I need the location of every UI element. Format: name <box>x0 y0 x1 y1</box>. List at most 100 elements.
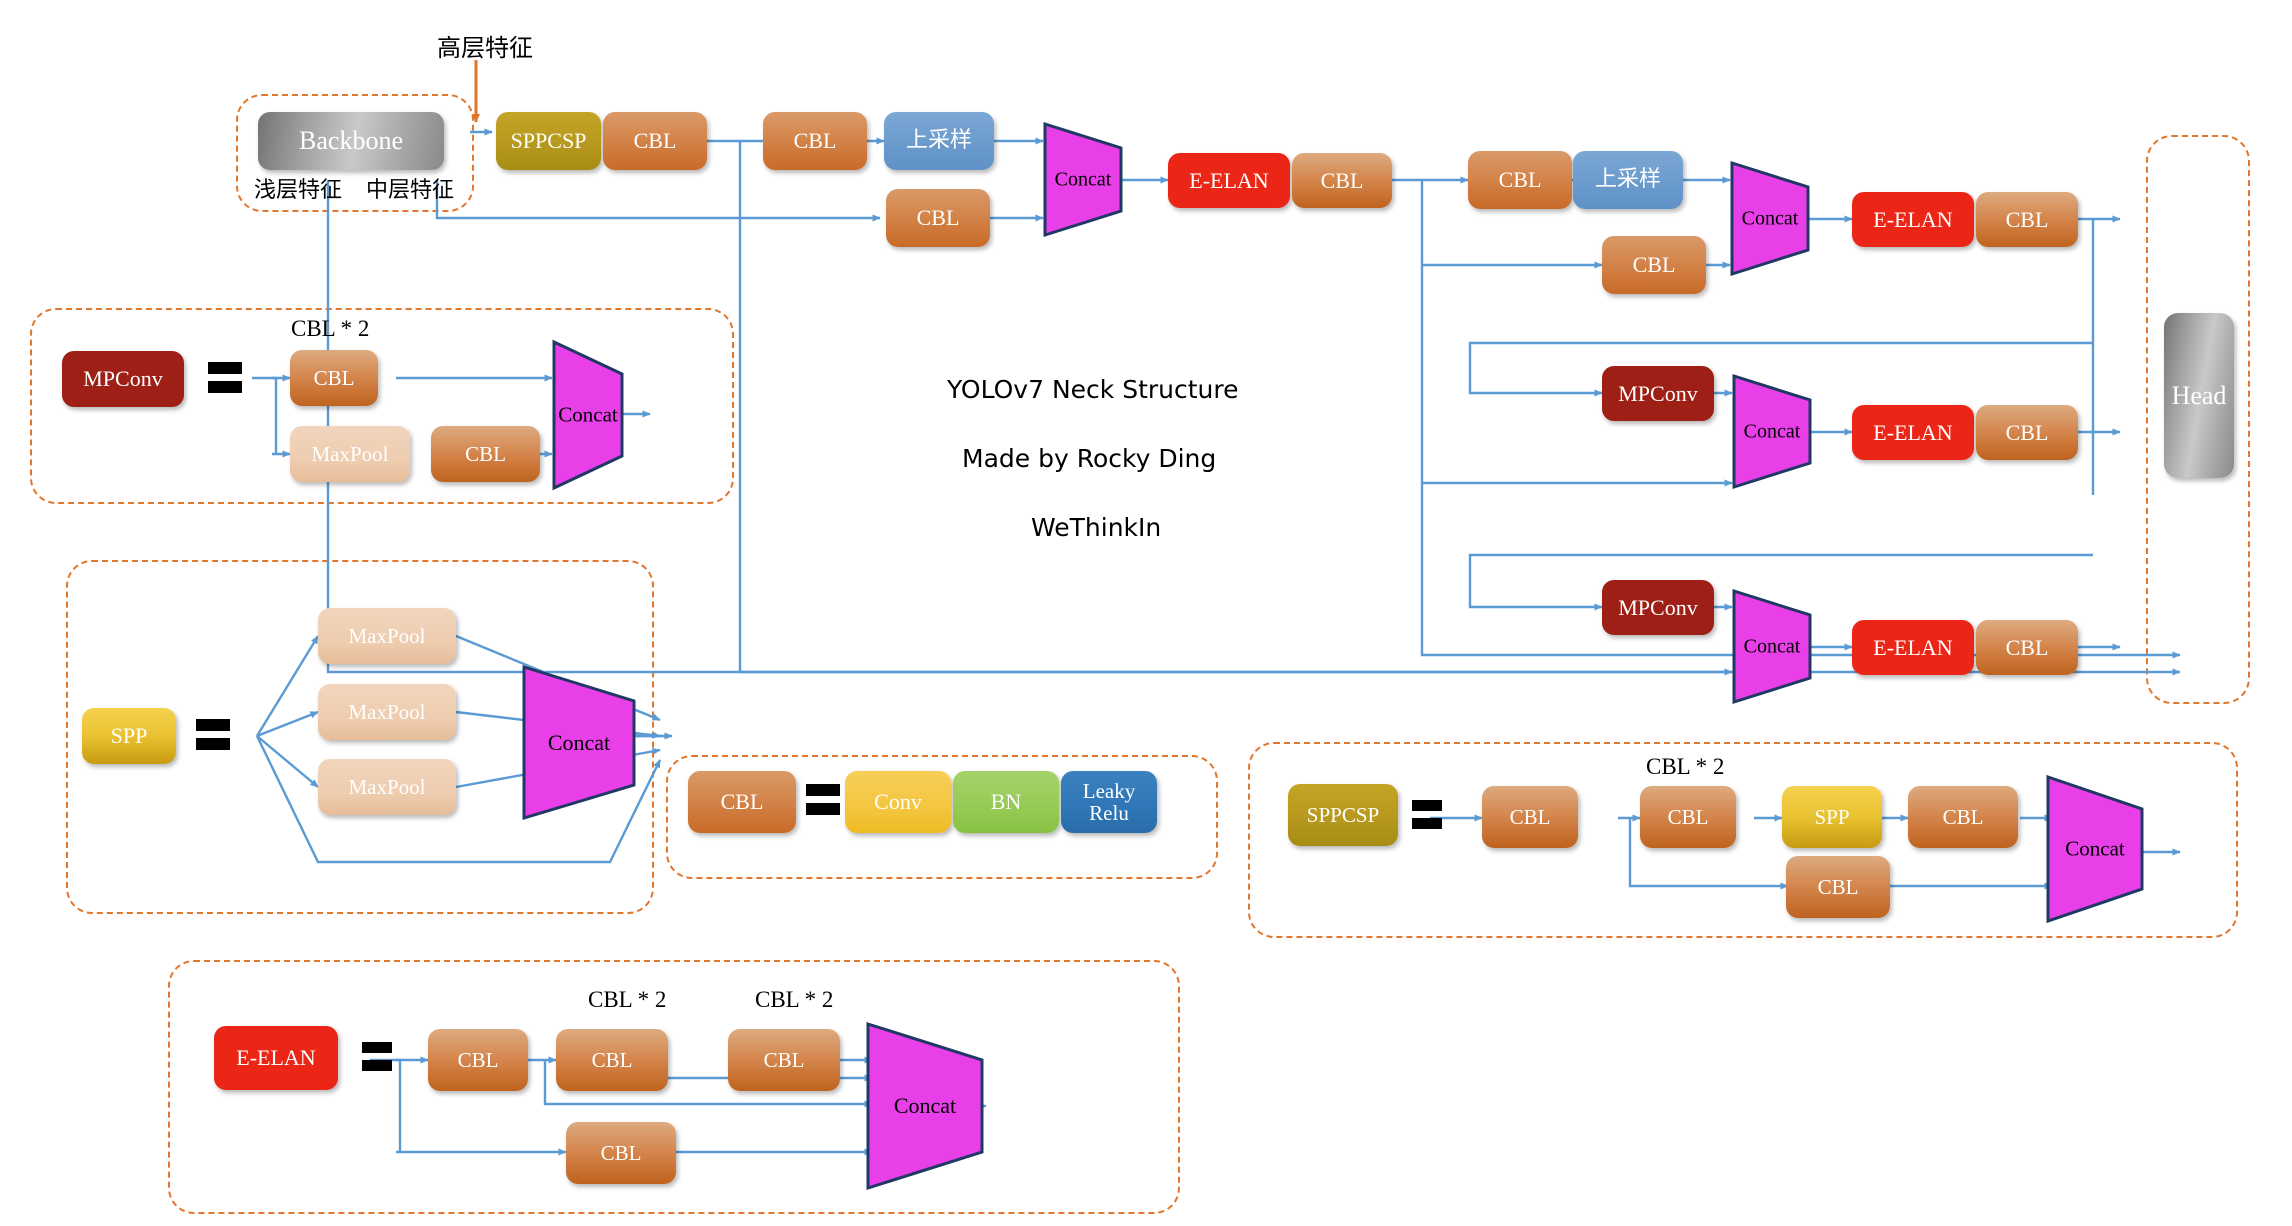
legend-mpconv-cbl-top[interactable]: CBL <box>290 350 378 406</box>
neck-row2-eelan[interactable]: E-ELAN <box>1852 192 1974 247</box>
legend-sppcsp-cbl-skip[interactable]: CBL <box>1786 856 1890 918</box>
legend-sppcsp-cbl-2-label: CBL <box>1667 804 1709 829</box>
legend-spp-maxpool-3[interactable]: MaxPool <box>318 759 456 815</box>
neck-row4-mpconv-label: MPConv <box>1618 594 1698 620</box>
neck-row4-cbl-out[interactable]: CBL <box>1976 620 2078 675</box>
neck-row4-mpconv[interactable]: MPConv <box>1602 580 1714 635</box>
neck-row2-upsample[interactable]: 上采样 <box>1573 151 1683 209</box>
legend-spp-concat-label: Concat <box>547 729 611 755</box>
title-line-3: WeThinkIn <box>1031 513 1162 542</box>
neck-row2-concat-label: Concat <box>1741 207 1799 229</box>
legend-spp-lhs[interactable]: SPP <box>82 708 176 764</box>
neck-row3-cbl-out[interactable]: CBL <box>1976 405 2078 460</box>
legend-sppcsp-spp-label: SPP <box>1814 804 1850 829</box>
neck-row4-cbl-out-label: CBL <box>2005 634 2049 660</box>
legend-spp-maxpool-2-label: MaxPool <box>348 699 426 724</box>
neck-row2-cbl-skip-label: CBL <box>1632 252 1676 278</box>
legend-eelan-cbl-1[interactable]: CBL <box>428 1029 528 1091</box>
neck-row1-upsample[interactable]: 上采样 <box>884 112 994 170</box>
legend-sppcsp-concat[interactable]: Concat <box>2046 774 2144 924</box>
neck-row3-eelan-label: E-ELAN <box>1873 419 1953 445</box>
neck-row3-concat[interactable]: Concat <box>1732 373 1812 490</box>
legend-cbl-leaky-relu-line2: Relu <box>1089 801 1129 825</box>
legend-mpconv-lhs[interactable]: MPConv <box>62 351 184 407</box>
legend-sppcsp-cbl-3[interactable]: CBL <box>1908 786 2018 848</box>
neck-row2-cbl-a-label: CBL <box>1498 167 1542 193</box>
legend-eelan-cbl-skip-label: CBL <box>600 1140 642 1165</box>
neck-row1-eelan[interactable]: E-ELAN <box>1168 153 1290 208</box>
legend-spp-maxpool-1[interactable]: MaxPool <box>318 608 456 664</box>
neck-row3-mpconv[interactable]: MPConv <box>1602 366 1714 421</box>
neck-row3-eelan[interactable]: E-ELAN <box>1852 405 1974 460</box>
legend-eelan-concat-label: Concat <box>893 1093 957 1118</box>
neck-row1-cbl-out[interactable]: CBL <box>1292 153 1392 208</box>
legend-eelan-lhs[interactable]: E-ELAN <box>214 1026 338 1090</box>
neck-row1-sppcsp[interactable]: SPPCSP <box>496 112 601 170</box>
legend-sppcsp-cbl-2[interactable]: CBL <box>1640 786 1736 848</box>
backbone-block-label: Backbone <box>299 126 403 156</box>
legend-eelan-cbl-1-label: CBL <box>457 1047 499 1072</box>
neck-row1-cbl-b[interactable]: CBL <box>763 112 867 170</box>
head-block-label: Head <box>2171 380 2227 410</box>
legend-cbl-leaky-relu-line1: Leaky <box>1082 778 1136 803</box>
legend-eelan-lhs-label: E-ELAN <box>236 1045 316 1071</box>
legend-sppcsp-cbl-1[interactable]: CBL <box>1482 786 1578 848</box>
high-level-feature-label: 高层特征 <box>437 34 533 62</box>
legend-eelan-note-1: CBL * 2 <box>588 987 667 1012</box>
neck-row1-sppcsp-label: SPPCSP <box>510 128 587 154</box>
neck-row4-eelan[interactable]: E-ELAN <box>1852 620 1974 675</box>
legend-mpconv-concat-label: Concat <box>558 402 618 427</box>
legend-sppcsp-cbl-skip-label: CBL <box>1817 874 1859 899</box>
neck-row1-cbl-a[interactable]: CBL <box>603 112 707 170</box>
neck-row2-concat[interactable]: Concat <box>1730 160 1810 277</box>
legend-spp-maxpool-1-label: MaxPool <box>348 623 426 648</box>
neck-row1-concat-label: Concat <box>1054 168 1112 190</box>
legend-eelan-cbl-skip[interactable]: CBL <box>566 1122 676 1184</box>
neck-row4-eelan-label: E-ELAN <box>1873 634 1953 660</box>
neck-row1-cbl-out-label: CBL <box>1320 167 1364 193</box>
neck-row1-cbl-b-label: CBL <box>793 128 837 154</box>
neck-row1-cbl-a-label: CBL <box>633 128 677 154</box>
neck-row4-concat-label: Concat <box>1743 635 1801 657</box>
neck-row2-cbl-skip[interactable]: CBL <box>1602 236 1706 294</box>
legend-mpconv-maxpool-label: MaxPool <box>311 441 389 466</box>
neck-row1-concat[interactable]: Concat <box>1043 121 1123 238</box>
legend-eelan-cbl-3[interactable]: CBL <box>728 1029 840 1091</box>
legend-cbl-bn[interactable]: BN <box>953 771 1059 833</box>
legend-cbl-bn-label: BN <box>990 789 1022 815</box>
legend-sppcsp-note: CBL * 2 <box>1646 754 1725 779</box>
legend-eelan-cbl-2-label: CBL <box>591 1047 633 1072</box>
neck-row2-cbl-a[interactable]: CBL <box>1468 151 1572 209</box>
legend-cbl-leaky-relu[interactable]: Leaky Relu <box>1061 771 1157 833</box>
legend-spp-maxpool-3-label: MaxPool <box>348 774 426 799</box>
neck-row3-concat-label: Concat <box>1743 420 1801 442</box>
legend-spp-maxpool-2[interactable]: MaxPool <box>318 684 456 740</box>
legend-cbl-conv[interactable]: Conv <box>845 771 951 833</box>
neck-row2-upsample-label: 上采样 <box>1594 167 1661 193</box>
neck-row1-upsample-label: 上采样 <box>905 128 972 154</box>
legend-sppcsp-equals-icon <box>1412 800 1442 832</box>
neck-row2-cbl-out[interactable]: CBL <box>1976 192 2078 247</box>
neck-row2-cbl-out-label: CBL <box>2005 206 2049 232</box>
legend-cbl-lhs[interactable]: CBL <box>688 771 796 833</box>
legend-sppcsp-cbl-1-label: CBL <box>1509 804 1551 829</box>
legend-mpconv-lhs-label: MPConv <box>83 366 163 392</box>
legend-sppcsp-spp[interactable]: SPP <box>1782 786 1882 848</box>
neck-row1-eelan-label: E-ELAN <box>1189 167 1269 193</box>
backbone-block[interactable]: Backbone <box>258 112 444 170</box>
legend-sppcsp-cbl-3-label: CBL <box>1942 804 1984 829</box>
legend-mpconv-concat[interactable]: Concat <box>552 339 624 491</box>
legend-eelan-cbl-2[interactable]: CBL <box>556 1029 668 1091</box>
legend-mpconv-cbl-top-label: CBL <box>313 365 355 390</box>
legend-mpconv-cbl-bottom-label: CBL <box>465 441 506 466</box>
neck-row1-cbl-skip[interactable]: CBL <box>886 189 990 247</box>
legend-mpconv-cbl-bottom[interactable]: CBL <box>431 426 540 482</box>
head-block[interactable]: Head <box>2164 313 2234 478</box>
legend-sppcsp-lhs[interactable]: SPPCSP <box>1288 784 1398 846</box>
legend-spp-equals-icon <box>196 719 230 753</box>
legend-mpconv-maxpool[interactable]: MaxPool <box>290 426 410 482</box>
neck-row4-concat[interactable]: Concat <box>1732 588 1812 705</box>
legend-eelan-equals-icon <box>362 1042 392 1074</box>
legend-spp-concat[interactable]: Concat <box>522 664 636 821</box>
legend-eelan-concat[interactable]: Concat <box>866 1021 984 1191</box>
